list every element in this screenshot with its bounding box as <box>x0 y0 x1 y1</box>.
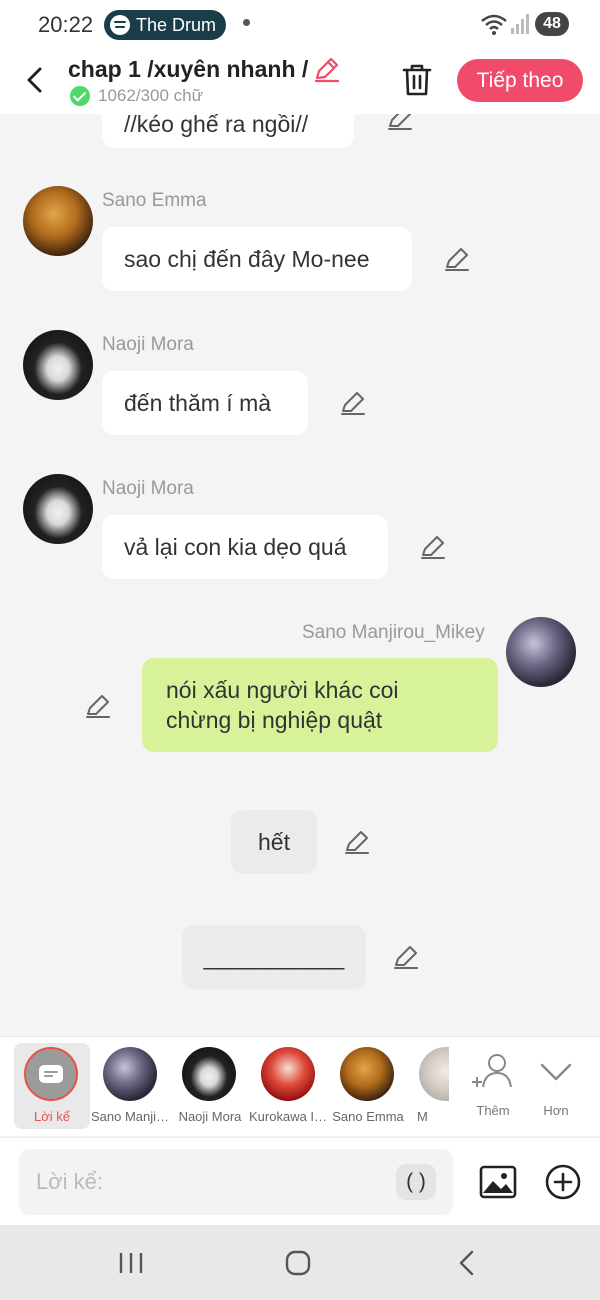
character-sano-emma[interactable]: Sano Emma <box>328 1037 408 1137</box>
trash-icon[interactable] <box>400 62 434 98</box>
character-partial[interactable]: M <box>407 1037 449 1137</box>
signal-icon <box>511 14 529 34</box>
character-sano-manjirou[interactable]: Sano Manjirou_Mikey <box>91 1037 171 1137</box>
avatar-naoji-mora[interactable] <box>23 474 93 544</box>
edit-pencil-icon[interactable] <box>84 692 112 720</box>
narrator-avatar <box>24 1047 78 1101</box>
status-bar: 20:22 The Drum 48 <box>0 0 600 48</box>
sender-name: Naoji Mora <box>102 334 194 355</box>
status-time: 20:22 <box>38 12 94 37</box>
edit-pencil-icon[interactable] <box>386 114 414 132</box>
tool-label: Thêm <box>476 1103 510 1118</box>
character-naoji-mora[interactable]: Naoji Mora <box>170 1037 250 1137</box>
editor-header: chap 1 /xuyên nhanh / 1062/300 chữ Tiếp … <box>0 48 600 114</box>
wifi-icon <box>481 14 507 35</box>
narration-bubble[interactable]: hết <box>231 810 317 874</box>
message-text: vả lại con kia dẹo quá <box>124 533 347 560</box>
back-arrow-icon[interactable] <box>20 62 50 98</box>
back-icon[interactable] <box>456 1249 478 1277</box>
check-circle-icon <box>70 86 90 106</box>
edit-pencil-icon[interactable] <box>419 533 447 561</box>
narration-bubble[interactable]: ___________ <box>182 925 366 989</box>
notification-dot-icon <box>243 19 250 26</box>
battery-indicator: 48 <box>535 12 569 36</box>
edit-pencil-icon[interactable] <box>343 828 371 856</box>
message-text: //kéo ghế ra ngồi// <box>124 114 309 137</box>
message-text: đến thăm í mà <box>124 389 272 416</box>
add-character-button[interactable]: Thêm <box>463 1047 523 1127</box>
narration-text: ___________ <box>203 943 345 970</box>
message-bubble[interactable]: sao chị đến đây Mo-nee <box>102 227 412 291</box>
word-count: 1062/300 chữ <box>98 86 203 105</box>
character-name: Lời kể <box>34 1109 70 1124</box>
word-count-row: 1062/300 chữ <box>70 86 203 106</box>
chevron-down-icon <box>540 1063 572 1081</box>
edit-pencil-icon[interactable] <box>339 389 367 417</box>
character-narrator[interactable]: Lời kể <box>14 1043 90 1129</box>
avatar-sano-manjirou[interactable] <box>506 617 576 687</box>
character-avatar <box>261 1047 315 1101</box>
character-avatar <box>419 1047 449 1101</box>
character-kurokawa[interactable]: Kurokawa Izana <box>249 1037 329 1137</box>
message-text: sao chị đến đây Mo-nee <box>124 245 370 272</box>
narration-text: hết <box>258 828 290 855</box>
character-avatar <box>103 1047 157 1101</box>
message-text-line: chừng bị nghiệp quật <box>166 707 383 733</box>
character-avatar <box>182 1047 236 1101</box>
message-input[interactable]: Lời kể: ( ) <box>19 1149 453 1215</box>
message-bubble[interactable]: //kéo ghế ra ngồi// <box>102 114 354 148</box>
edit-title-pencil-icon[interactable] <box>312 54 342 84</box>
message-text-line: nói xấu người khác coi <box>166 677 399 703</box>
spotify-icon <box>110 15 130 35</box>
system-navigation-bar <box>0 1225 600 1300</box>
sender-name: Sano Manjirou_Mikey <box>302 622 485 643</box>
avatar-sano-emma[interactable] <box>23 186 93 256</box>
sender-name: Naoji Mora <box>102 478 194 499</box>
character-avatar <box>340 1047 394 1101</box>
home-icon[interactable] <box>284 1249 312 1277</box>
input-placeholder: Lời kể: <box>36 1169 104 1194</box>
edit-pencil-icon[interactable] <box>392 943 420 971</box>
tool-label: Hơn <box>543 1103 569 1118</box>
spotify-notification-pill[interactable]: The Drum <box>104 10 227 40</box>
message-bubble[interactable]: đến thăm í mà <box>102 371 308 435</box>
chapter-title-row[interactable]: chap 1 /xuyên nhanh / <box>68 54 342 84</box>
chat-area[interactable]: //kéo ghế ra ngồi// Sano Emma sao chị đế… <box>0 114 600 1036</box>
composer: Lời kể: ( ) <box>0 1137 600 1225</box>
next-button[interactable]: Tiếp theo <box>457 59 583 102</box>
notification-label: The Drum <box>136 14 217 35</box>
image-icon[interactable] <box>478 1162 518 1202</box>
character-name: Kurokawa Izana <box>249 1109 329 1124</box>
character-selector-bar: Lời kể Sano Manjirou_Mikey Naoji Mora Ku… <box>0 1036 600 1136</box>
avatar-naoji-mora[interactable] <box>23 330 93 400</box>
add-person-icon <box>472 1054 512 1088</box>
chapter-title: chap 1 /xuyên nhanh / <box>68 55 309 82</box>
character-name: Sano Emma <box>332 1109 404 1124</box>
message-bubble[interactable]: vả lại con kia dẹo quá <box>102 515 388 579</box>
sender-name: Sano Emma <box>102 190 207 211</box>
expand-button[interactable]: Hơn <box>526 1047 586 1127</box>
parenthesis-button[interactable]: ( ) <box>396 1164 436 1200</box>
recents-icon[interactable] <box>118 1251 144 1275</box>
add-circle-icon[interactable] <box>543 1162 583 1202</box>
message-bubble-self[interactable]: nói xấu người khác coi chừng bị nghiệp q… <box>142 658 498 752</box>
character-name: Sano Manjirou_Mikey <box>91 1109 171 1124</box>
character-name: M <box>417 1109 428 1124</box>
edit-pencil-icon[interactable] <box>443 245 471 273</box>
narration-icon <box>39 1065 63 1083</box>
character-name: Naoji Mora <box>178 1109 242 1124</box>
